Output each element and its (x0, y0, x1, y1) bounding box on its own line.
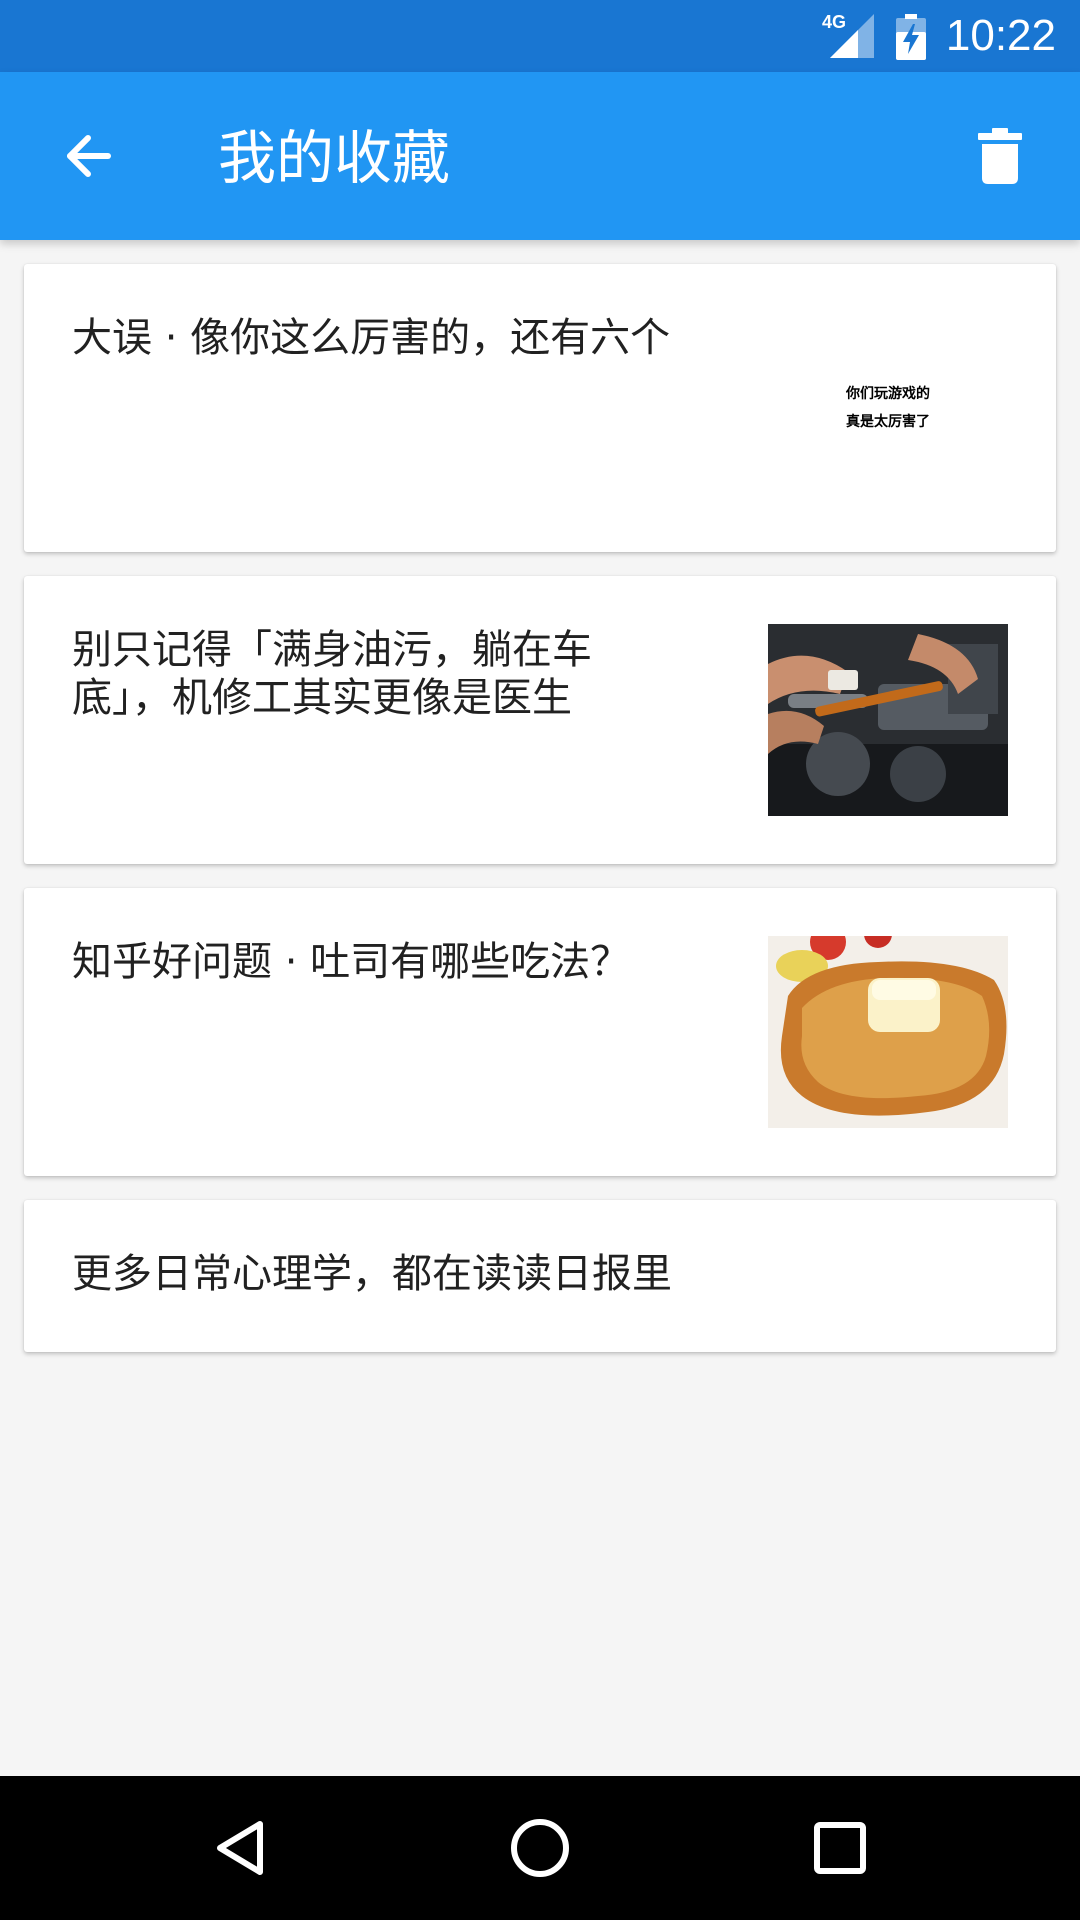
favorites-list: 大误 · 像你这么厉害的，还有六个 你们玩游戏的 真是太厉害了 别只记得「满身油… (0, 240, 1080, 1776)
recents-square-icon (814, 1822, 866, 1874)
home-circle-icon (511, 1819, 569, 1877)
thumbnail-caption-line: 你们玩游戏的 (846, 386, 930, 402)
mechanic-engine-photo (768, 624, 1008, 816)
favorite-thumbnail-text-image: 你们玩游戏的 真是太厉害了 (768, 312, 1008, 504)
arrow-left-icon (67, 135, 111, 177)
favorite-title: 大误 · 像你这么厉害的，还有六个 (72, 315, 671, 361)
signal-icon (830, 14, 874, 58)
app-bar: 我的收藏 (0, 72, 1080, 240)
status-time: 10:22 (945, 11, 1056, 60)
favorite-title: 别只记得「满身油污，躺在车底」，机修工其实更像是医生 (72, 627, 592, 721)
favorite-card[interactable]: 别只记得「满身油污，躺在车底」，机修工其实更像是医生 (24, 576, 1056, 864)
favorite-card[interactable]: 大误 · 像你这么厉害的，还有六个 你们玩游戏的 真是太厉害了 (24, 264, 1056, 552)
thumbnail-caption-line: 真是太厉害了 (846, 414, 930, 430)
back-button[interactable] (44, 112, 132, 200)
battery-charging-icon (896, 14, 926, 60)
nav-recents-button[interactable] (790, 1798, 890, 1898)
nav-back-button[interactable] (190, 1798, 290, 1898)
delete-button[interactable] (956, 112, 1044, 200)
nav-home-button[interactable] (490, 1798, 590, 1898)
back-triangle-icon (217, 1821, 263, 1875)
page-title: 我的收藏 (218, 124, 451, 192)
system-nav-bar (0, 1776, 1080, 1920)
french-toast-photo (768, 936, 1008, 1128)
status-bar: 4G 10:22 (0, 0, 1080, 72)
favorite-title: 知乎好问题 · 吐司有哪些吃法？ (72, 939, 631, 985)
trash-icon (978, 128, 1022, 184)
favorite-title: 更多日常心理学，都在读读日报里 (72, 1251, 672, 1297)
favorite-card[interactable]: 知乎好问题 · 吐司有哪些吃法？ (24, 888, 1056, 1176)
favorite-card[interactable]: 更多日常心理学，都在读读日报里 (24, 1200, 1056, 1352)
